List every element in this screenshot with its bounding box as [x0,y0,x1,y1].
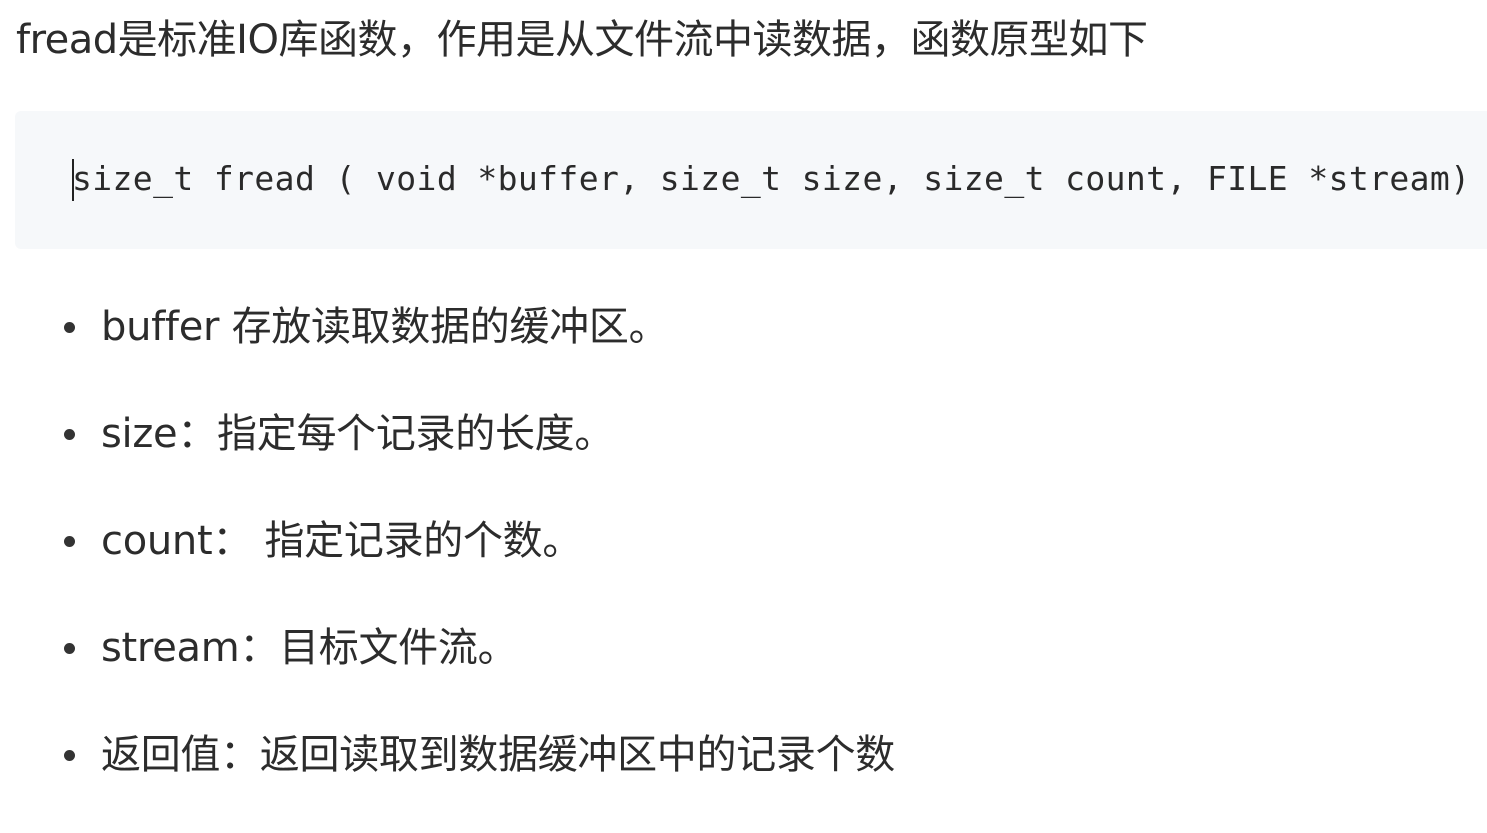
list-item-text: stream：目标文件流。 [101,625,518,671]
function-prototype: size_t fread ( void *buffer, size_t size… [72,159,1487,198]
bullet-icon [64,429,75,440]
parameter-list: buffer 存放读取数据的缓冲区。 size：指定每个记录的长度。 count… [0,298,895,833]
list-item-count: count： 指定记录的个数。 [0,512,895,619]
bullet-icon [64,643,75,654]
intro-paragraph: fread是标准IO库函数，作用是从文件流中读数据，函数原型如下 [16,17,1148,63]
list-item-text: count： 指定记录的个数。 [101,518,583,564]
list-item-text: size：指定每个记录的长度。 [101,411,615,457]
bullet-icon [64,536,75,547]
list-item-size: size：指定每个记录的长度。 [0,405,895,512]
list-item-return-value: 返回值：返回读取到数据缓冲区中的记录个数 [0,726,895,833]
list-item-text: 返回值：返回读取到数据缓冲区中的记录个数 [101,732,895,778]
code-block[interactable]: size_t fread ( void *buffer, size_t size… [15,111,1487,249]
bullet-icon [64,750,75,761]
bullet-icon [64,322,75,333]
list-item-stream: stream：目标文件流。 [0,619,895,726]
list-item-text: buffer 存放读取数据的缓冲区。 [101,304,669,350]
list-item-buffer: buffer 存放读取数据的缓冲区。 [0,298,895,405]
